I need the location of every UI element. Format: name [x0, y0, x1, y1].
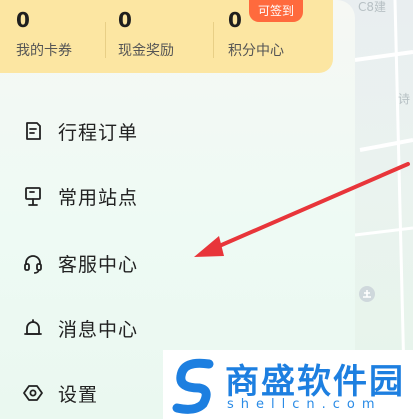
watermark-url: shellcn.com — [227, 397, 382, 412]
watermark-title: 商盛软件园 — [225, 362, 405, 402]
watermark-logo-icon — [169, 356, 221, 418]
watermark: 商盛软件园 shellcn.com — [163, 350, 413, 419]
